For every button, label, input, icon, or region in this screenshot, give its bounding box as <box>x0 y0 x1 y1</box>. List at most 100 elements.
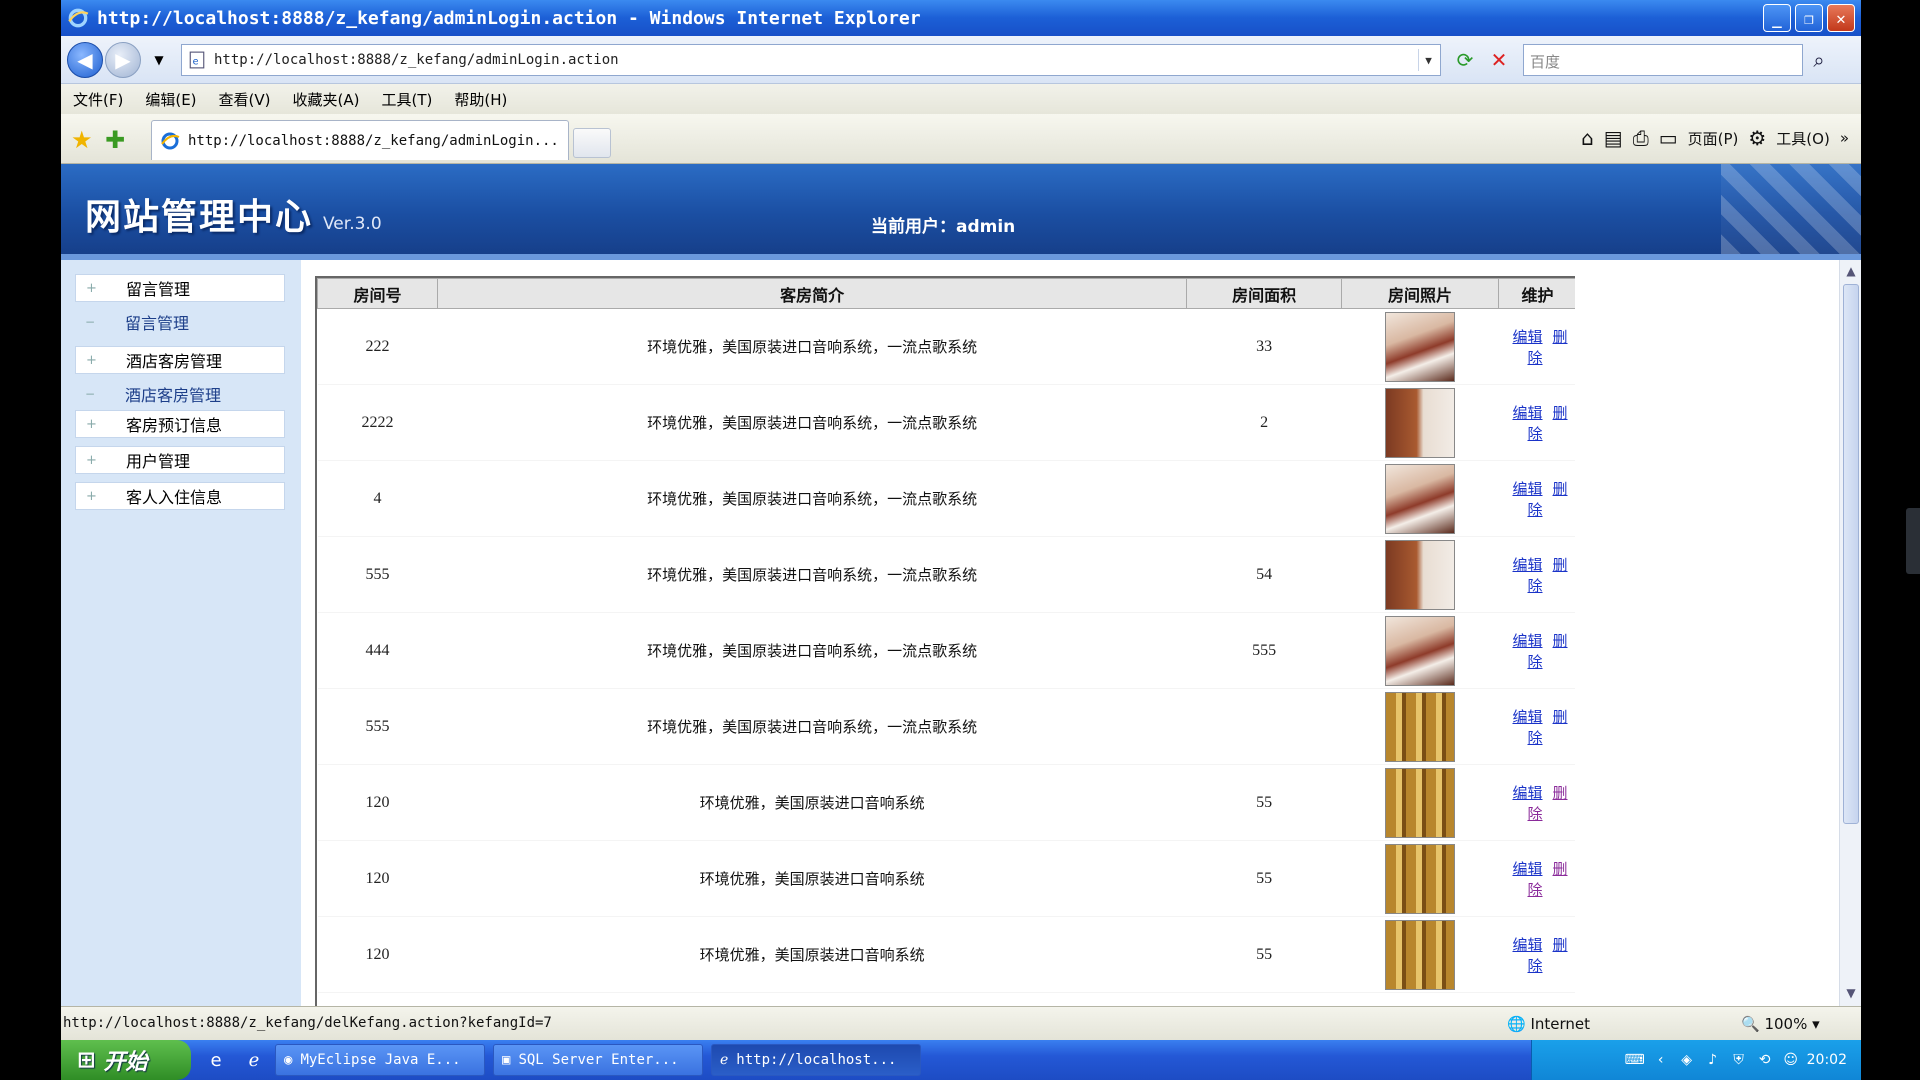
menu-edit[interactable]: 编辑(E) <box>145 89 196 110</box>
forward-button[interactable]: ▶ <box>105 42 141 78</box>
edit-link[interactable]: 编辑 <box>1512 936 1542 954</box>
edit-link[interactable]: 编辑 <box>1512 784 1542 802</box>
address-dropdown-icon[interactable]: ▼ <box>1418 49 1438 71</box>
sidebar-item-bookings[interactable]: + 客房预订信息 <box>75 410 285 438</box>
zoom-control[interactable]: 🔍 100% ▾ <box>1741 1015 1820 1033</box>
room-photo[interactable] <box>1385 919 1456 990</box>
network-icon[interactable]: ◈ <box>1677 1050 1697 1070</box>
update-icon[interactable]: ⟲ <box>1755 1050 1775 1070</box>
table-row: 444 环境优雅，美国原装进口音响系统，一流点歌系统 555 编辑 删除 <box>317 612 1575 689</box>
side-panel-handle[interactable] <box>1906 508 1920 574</box>
tab-current[interactable]: http://localhost:8888/z_kefang/adminLogi… <box>151 120 569 160</box>
task-sqlserver[interactable]: ▣ SQL Server Enter... <box>493 1044 703 1076</box>
edit-link[interactable]: 编辑 <box>1512 632 1542 650</box>
actions-cell: 编辑 删除 <box>1498 764 1575 841</box>
menu-help[interactable]: 帮助(H) <box>454 89 507 110</box>
svg-text:e: e <box>193 57 199 68</box>
address-toolbar: ◀ ▶ ▼ e http://localhost:8888/z_kefang/a… <box>61 36 1861 84</box>
globe-icon: 🌐 <box>1507 1015 1526 1033</box>
room-photo-cell <box>1341 764 1499 841</box>
history-dropdown-icon[interactable]: ▼ <box>145 46 173 74</box>
menu-favorites[interactable]: 收藏夹(A) <box>293 89 360 110</box>
search-icon[interactable]: ⌕ <box>1805 46 1833 74</box>
quicklaunch-ie-icon[interactable]: e <box>203 1047 229 1073</box>
scroll-thumb[interactable] <box>1843 284 1859 824</box>
edit-link[interactable]: 编辑 <box>1512 860 1542 878</box>
table-row: 555 环境优雅，美国原装进口音响系统，一流点歌系统 54 编辑 删除 <box>317 536 1575 613</box>
menu-file[interactable]: 文件(F) <box>73 89 123 110</box>
sidebar-subitem-messages[interactable]: − 留言管理 <box>75 308 285 336</box>
task-myeclipse[interactable]: ◉ MyEclipse Java E... <box>275 1044 485 1076</box>
messenger-icon[interactable]: ☺ <box>1781 1050 1801 1070</box>
stop-icon[interactable]: ✕ <box>1485 46 1513 74</box>
room-photo[interactable] <box>1385 767 1456 838</box>
room-area: 2 <box>1186 384 1342 461</box>
sidebar-item-users[interactable]: + 用户管理 <box>75 446 285 474</box>
room-photo[interactable] <box>1385 691 1456 762</box>
back-button[interactable]: ◀ <box>67 42 103 78</box>
room-number: 4 <box>317 460 438 537</box>
edit-link[interactable]: 编辑 <box>1512 404 1542 422</box>
restore-button[interactable]: ❐ <box>1795 4 1823 32</box>
room-table: 房间号 客房简介 房间面积 房间照片 维护 222 环境优雅，美国原装进口音响系… <box>317 278 1575 993</box>
ie-logo-icon <box>68 8 89 28</box>
security-icon[interactable]: ⛨ <box>1729 1050 1749 1070</box>
scroll-up-icon[interactable]: ▲ <box>1842 262 1860 280</box>
expand-icon: + <box>86 452 97 468</box>
edit-link[interactable]: 编辑 <box>1512 480 1542 498</box>
feeds-icon[interactable]: ▤ <box>1604 126 1623 150</box>
page-menu-button[interactable]: 页面(P) <box>1688 128 1739 149</box>
room-photo[interactable] <box>1385 539 1456 610</box>
print-icon[interactable]: ⎙ <box>1633 126 1649 150</box>
room-number: 555 <box>317 688 438 765</box>
quicklaunch-browser-icon[interactable]: ℯ <box>241 1047 267 1073</box>
keyboard-icon[interactable]: ⌨ <box>1625 1050 1645 1070</box>
new-tab-button[interactable] <box>573 128 611 158</box>
menu-view[interactable]: 查看(V) <box>219 89 271 110</box>
address-bar[interactable]: e http://localhost:8888/z_kefang/adminLo… <box>181 44 1441 76</box>
edit-link[interactable]: 编辑 <box>1512 708 1542 726</box>
volume-icon[interactable]: ♪ <box>1703 1050 1723 1070</box>
header-decoration <box>1721 164 1861 254</box>
room-description: 环境优雅，美国原装进口音响系统 <box>437 840 1187 917</box>
room-area <box>1186 688 1342 765</box>
sidebar-item-messages[interactable]: + 留言管理 <box>75 274 285 302</box>
room-photo[interactable] <box>1385 615 1456 686</box>
col-header-desc: 客房简介 <box>436 278 1188 309</box>
page-scrollbar[interactable]: ▲ ▼ <box>1839 260 1861 1006</box>
sidebar-item-rooms[interactable]: + 酒店客房管理 <box>75 346 285 374</box>
favorites-star-icon[interactable]: ★ <box>71 126 93 154</box>
edit-link[interactable]: 编辑 <box>1512 328 1542 346</box>
minimize-button[interactable]: _ <box>1763 4 1791 32</box>
room-number: 444 <box>317 612 438 689</box>
menu-tools[interactable]: 工具(T) <box>381 89 432 110</box>
sidebar-subitem-rooms[interactable]: − 酒店客房管理 <box>75 380 285 408</box>
window-titlebar[interactable]: http://localhost:8888/z_kefang/adminLogi… <box>61 0 1861 36</box>
search-input[interactable]: 百度 <box>1523 44 1803 76</box>
room-photo[interactable] <box>1385 843 1456 914</box>
room-photo[interactable] <box>1385 463 1456 534</box>
tray-arrow-icon[interactable]: ‹ <box>1651 1050 1671 1070</box>
close-window-button[interactable]: ✕ <box>1827 4 1855 32</box>
room-photo-cell <box>1341 384 1499 461</box>
task-ie[interactable]: ℯ http://localhost... <box>711 1044 921 1076</box>
system-tray: ⌨ ‹ ◈ ♪ ⛨ ⟲ ☺ 20:02 <box>1531 1040 1861 1080</box>
room-description: 环境优雅，美国原装进口音响系统，一流点歌系统 <box>437 688 1187 765</box>
room-photo[interactable] <box>1385 387 1456 458</box>
room-photo[interactable] <box>1385 311 1456 382</box>
sidebar-item-guests[interactable]: + 客人入住信息 <box>75 482 285 510</box>
col-header-photo: 房间照片 <box>1341 278 1500 309</box>
tools-menu-button[interactable]: 工具(O) <box>1776 128 1830 149</box>
taskbar: ⊞ 开始 e ℯ ◉ MyEclipse Java E... ▣ SQL Server… <box>61 1040 1861 1080</box>
scroll-down-icon[interactable]: ▼ <box>1842 984 1860 1002</box>
refresh-icon[interactable]: ⟳ <box>1451 46 1479 74</box>
add-favorite-icon[interactable]: ✚ <box>105 126 125 154</box>
home-icon[interactable]: ⌂ <box>1581 126 1594 150</box>
tab-title: http://localhost:8888/z_kefang/adminLogi… <box>188 132 559 149</box>
room-number: 120 <box>317 764 438 841</box>
edit-link[interactable]: 编辑 <box>1512 556 1542 574</box>
chevron-more-icon[interactable]: » <box>1840 129 1849 147</box>
room-description: 环境优雅，美国原装进口音响系统 <box>437 764 1187 841</box>
start-button[interactable]: ⊞ 开始 <box>61 1040 191 1080</box>
page-icon: e <box>189 51 205 69</box>
